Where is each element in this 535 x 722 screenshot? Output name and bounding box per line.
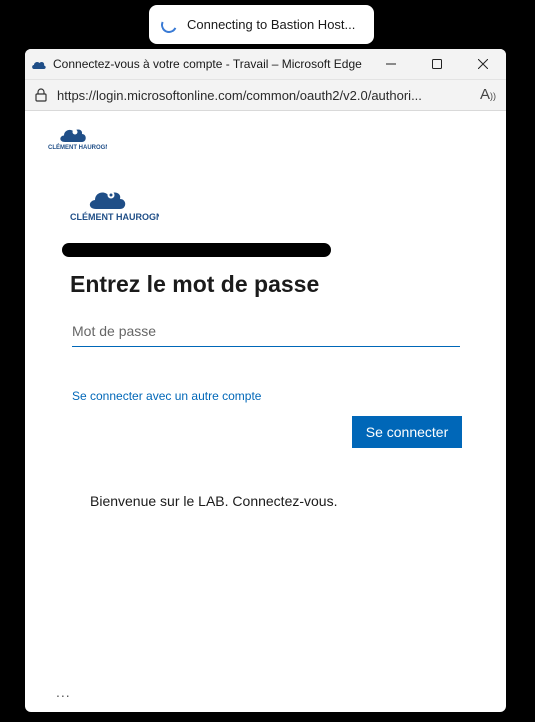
company-logo-large: CLÉMENT HAUROGNÉ xyxy=(70,191,159,222)
loading-spinner-icon xyxy=(158,14,180,35)
read-aloud-icon[interactable]: A)) xyxy=(480,86,496,103)
redacted-username xyxy=(62,243,331,257)
page-title: Entrez le mot de passe xyxy=(70,271,320,297)
edge-cloud-icon xyxy=(32,61,46,69)
close-icon xyxy=(478,59,488,69)
minimize-icon xyxy=(386,63,396,65)
toast-text: Connecting to Bastion Host... xyxy=(187,17,356,32)
address-bar[interactable]: https://login.microsoftonline.com/common… xyxy=(25,79,506,111)
sign-in-button[interactable]: Se connecter xyxy=(352,416,462,448)
connection-toast: Connecting to Bastion Host... xyxy=(149,5,374,44)
password-input[interactable] xyxy=(72,316,460,347)
title-bar[interactable]: Connectez-vous à votre compte - Travail … xyxy=(25,49,506,79)
page-content: CLÉMENT HAUROGNÉ CLÉMENT HAUROGNÉ Entrez… xyxy=(25,111,506,711)
window-title: Connectez-vous à votre compte - Travail … xyxy=(53,57,362,71)
svg-text:CLÉMENT HAUROGNÉ: CLÉMENT HAUROGNÉ xyxy=(48,143,107,151)
browser-window: Connectez-vous à votre compte - Travail … xyxy=(25,49,506,712)
lock-icon[interactable] xyxy=(35,88,47,102)
close-button[interactable] xyxy=(460,49,506,79)
more-options-button[interactable]: ... xyxy=(56,684,71,700)
svg-text:CLÉMENT HAUROGNÉ: CLÉMENT HAUROGNÉ xyxy=(70,212,159,222)
url-text[interactable]: https://login.microsoftonline.com/common… xyxy=(57,88,462,103)
welcome-message: Bienvenue sur le LAB. Connectez-vous. xyxy=(90,493,338,509)
other-account-link[interactable]: Se connecter avec un autre compte xyxy=(72,389,261,403)
maximize-button[interactable] xyxy=(414,49,460,79)
minimize-button[interactable] xyxy=(368,49,414,79)
company-logo-small: CLÉMENT HAUROGNÉ xyxy=(48,129,107,151)
maximize-icon xyxy=(432,59,442,69)
